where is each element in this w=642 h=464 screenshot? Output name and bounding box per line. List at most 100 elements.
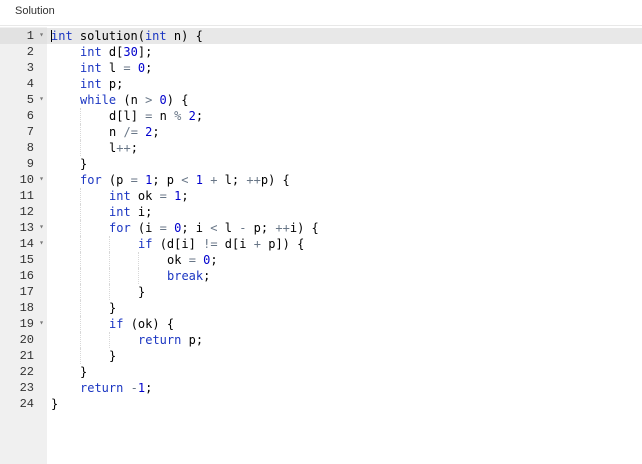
code-text: return p;	[138, 333, 204, 347]
code-text: }	[109, 349, 117, 363]
indent-guide	[80, 332, 81, 348]
line-number: 6	[26, 109, 34, 123]
line-number: 1	[26, 29, 34, 43]
code-text: n /= 2;	[109, 125, 160, 139]
indent-guide	[80, 316, 81, 332]
code-line[interactable]: int p;	[47, 76, 642, 92]
code-line[interactable]: l++;	[47, 140, 642, 156]
line-number-gutter: 1 ▾ 2 3 4 5 ▾ 6 7 8 9 10 ▾ 11 12 13 ▾ 14 ▾ 15 16 17 18 19 ▾ 20 21 2…	[0, 27, 47, 464]
code-text: if (d[i] != d[i + p]) {	[138, 237, 305, 251]
indent-guide	[80, 348, 81, 364]
line-number: 5	[26, 93, 34, 107]
code-text: for (p = 1; p < 1 + l; ++p) {	[80, 173, 290, 187]
code-text: }	[51, 397, 59, 411]
line-number: 4	[26, 77, 34, 91]
line-number-row: 8	[0, 140, 47, 156]
line-number: 23	[19, 381, 34, 395]
code-text: if (ok) {	[109, 317, 175, 331]
line-number-row: 21	[0, 348, 47, 364]
code-text: }	[138, 285, 146, 299]
line-number: 21	[19, 349, 34, 363]
indent-guide	[138, 252, 139, 268]
code-line[interactable]: }	[47, 156, 642, 172]
indent-guide	[109, 268, 110, 284]
code-text: int p;	[80, 77, 124, 91]
code-line[interactable]: }	[47, 284, 642, 300]
code-line[interactable]: return -1;	[47, 380, 642, 396]
code-text: int solution(int n) {	[51, 29, 203, 43]
line-number: 10	[19, 173, 34, 187]
code-line[interactable]: while (n > 0) {	[47, 92, 642, 108]
line-number-row: 13 ▾	[0, 220, 47, 236]
indent-guide	[80, 108, 81, 124]
fold-arrow-icon[interactable]: ▾	[39, 236, 44, 252]
fold-arrow-icon[interactable]: ▾	[39, 172, 44, 188]
code-line[interactable]: int d[30];	[47, 44, 642, 60]
line-number-row: 5 ▾	[0, 92, 47, 108]
line-number-row: 16	[0, 268, 47, 284]
line-number: 18	[19, 301, 34, 315]
line-number-row: 2	[0, 44, 47, 60]
code-line[interactable]: }	[47, 364, 642, 380]
indent-guide	[80, 188, 81, 204]
line-number-row: 7	[0, 124, 47, 140]
line-number-row: 11	[0, 188, 47, 204]
code-line[interactable]: break;	[47, 268, 642, 284]
code-line[interactable]: }	[47, 396, 642, 412]
code-text: int ok = 1;	[109, 189, 189, 203]
line-number: 14	[19, 237, 34, 251]
line-number: 8	[26, 141, 34, 155]
line-number-row: 3	[0, 60, 47, 76]
line-number-row: 20	[0, 332, 47, 348]
line-number-row: 17	[0, 284, 47, 300]
code-line[interactable]: return p;	[47, 332, 642, 348]
code-text: int i;	[109, 205, 153, 219]
line-number: 11	[19, 189, 34, 203]
fold-arrow-icon[interactable]: ▾	[39, 28, 44, 44]
code-text: int d[30];	[80, 45, 153, 59]
code-line[interactable]: int solution(int n) {	[47, 28, 642, 44]
code-text: ok = 0;	[167, 253, 218, 267]
code-line[interactable]: for (p = 1; p < 1 + l; ++p) {	[47, 172, 642, 188]
indent-guide	[138, 268, 139, 284]
text-cursor	[51, 30, 52, 42]
line-number-row: 6	[0, 108, 47, 124]
code-line[interactable]: ok = 0;	[47, 252, 642, 268]
line-number: 3	[26, 61, 34, 75]
line-number-row: 15	[0, 252, 47, 268]
line-number: 2	[26, 45, 34, 59]
indent-guide	[80, 300, 81, 316]
panel-header: Solution	[0, 0, 642, 26]
code-editor[interactable]: 1 ▾ 2 3 4 5 ▾ 6 7 8 9 10 ▾ 11 12 13 ▾ 14 ▾ 15 16 17 18 19 ▾ 20 21 2…	[0, 27, 642, 464]
code-text: }	[80, 157, 88, 171]
code-line[interactable]: int l = 0;	[47, 60, 642, 76]
code-line[interactable]: int ok = 1;	[47, 188, 642, 204]
line-number-row: 4	[0, 76, 47, 92]
line-number: 19	[19, 317, 34, 331]
line-number-row: 24	[0, 396, 47, 412]
line-number: 7	[26, 125, 34, 139]
fold-arrow-icon[interactable]: ▾	[39, 220, 44, 236]
line-number-row: 22	[0, 364, 47, 380]
line-number-row: 23	[0, 380, 47, 396]
code-line[interactable]: if (ok) {	[47, 316, 642, 332]
line-number-row: 10 ▾	[0, 172, 47, 188]
code-line[interactable]: for (i = 0; i < l - p; ++i) {	[47, 220, 642, 236]
indent-guide	[109, 236, 110, 252]
line-number-row: 19 ▾	[0, 316, 47, 332]
code-line[interactable]: }	[47, 300, 642, 316]
code-line[interactable]: }	[47, 348, 642, 364]
code-line[interactable]: if (d[i] != d[i + p]) {	[47, 236, 642, 252]
code-area[interactable]: int solution(int n) { int d[30]; int l = 0…	[47, 27, 642, 464]
code-text: return -1;	[80, 381, 153, 395]
line-number-row: 1 ▾	[0, 28, 47, 44]
indent-guide	[80, 252, 81, 268]
code-text: for (i = 0; i < l - p; ++i) {	[109, 221, 319, 235]
code-line[interactable]: int i;	[47, 204, 642, 220]
line-number-row: 14 ▾	[0, 236, 47, 252]
code-line[interactable]: d[l] = n % 2;	[47, 108, 642, 124]
fold-arrow-icon[interactable]: ▾	[39, 316, 44, 332]
fold-arrow-icon[interactable]: ▾	[39, 92, 44, 108]
code-line[interactable]: n /= 2;	[47, 124, 642, 140]
line-number: 22	[19, 365, 34, 379]
